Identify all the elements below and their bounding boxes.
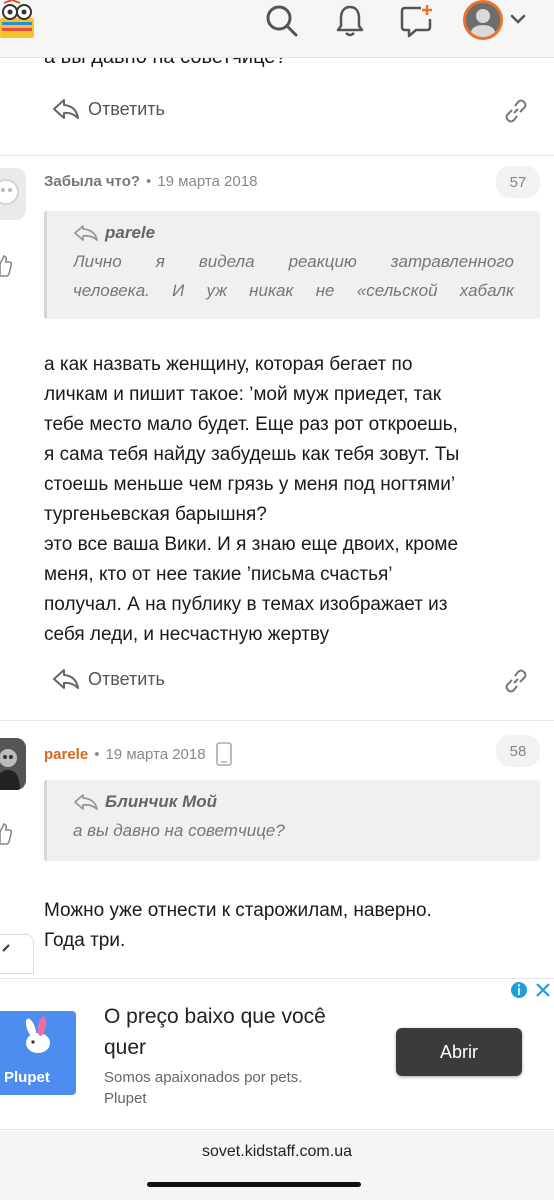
like-icon[interactable] (0, 254, 13, 278)
quote-line: Лично я видела реакцию затравленного (73, 252, 514, 271)
post-line: себя леди, и несчастную жертву (44, 624, 330, 645)
previous-post-text: а вы давно на советчице? (44, 58, 287, 69)
ad-banner[interactable]: Plupet O preço baixo que você quer Somos… (0, 978, 554, 1130)
post-line: тургеньевская барышня? (44, 504, 267, 525)
post-line: стоешь меньше чем грязь у меня под ногтя… (44, 474, 456, 495)
meta-separator: • (94, 745, 100, 763)
quote-text: Лично я видела реакцию затравленного чел… (73, 247, 514, 305)
search-icon[interactable] (264, 3, 300, 39)
post-line: Можно уже отнести к старожилам, наверно. (44, 900, 432, 921)
quote-block: parele Лично я видела реакцию затравленн… (44, 211, 540, 319)
comments-feed: а вы давно на советчице? Ответить Забыла… (0, 58, 554, 978)
scroll-up-tab[interactable] (0, 934, 34, 974)
ad-advertiser: Plupet (104, 1090, 147, 1107)
post-line: это все ваша Вики. И я знаю еще двоих, к… (44, 534, 459, 555)
bell-icon[interactable] (332, 3, 368, 39)
quote-header: parele (73, 223, 514, 243)
quote-line: человека. И уж никак не «сельской хабалк (73, 281, 514, 300)
quote-author: Блинчик Мой (105, 792, 218, 811)
quote-text: а вы давно на советчице? (73, 816, 514, 845)
divider (0, 720, 554, 721)
reply-label: Ответить (88, 98, 165, 119)
reply-button[interactable]: Ответить (52, 98, 165, 120)
ad-brand: Plupet (4, 1069, 50, 1086)
avatar[interactable] (0, 168, 26, 220)
quote-author: parele (105, 223, 156, 242)
ad-close-icon[interactable] (534, 981, 552, 999)
post-actions: Ответить (0, 660, 554, 704)
post-body: Можно уже отнести к старожилам, наверно.… (44, 896, 544, 956)
quote-reply-icon (74, 225, 98, 241)
ad-logo[interactable]: Plupet (0, 1011, 76, 1095)
reply-button[interactable]: Ответить (52, 668, 165, 690)
previous-post-actions: Ответить (0, 90, 554, 134)
home-indicator[interactable] (147, 1182, 361, 1187)
post-meta: parele • 19 марта 2018 (44, 742, 232, 766)
chevron-down-icon[interactable] (509, 10, 527, 33)
post-body: а как назвать женщину, которая бегает по… (44, 350, 544, 650)
post-line: Года три. (44, 930, 126, 951)
divider (0, 155, 554, 156)
post-meta: Забыла что? • 19 марта 2018 (44, 173, 257, 190)
post-line: я сама тебя найду забудешь как тебя зову… (44, 444, 460, 465)
reply-arrow-icon (53, 99, 79, 119)
quote-header: Блинчик Мой (73, 792, 514, 812)
site-logo[interactable] (0, 0, 36, 42)
avatar[interactable] (0, 738, 26, 790)
post-author[interactable]: Забыла что? (44, 173, 140, 190)
post-line: а как назвать женщину, которая бегает по (44, 354, 413, 375)
post-line: получал. А на публику в темах изображает… (44, 594, 448, 615)
ad-controls (510, 981, 552, 999)
chevron-up-icon (2, 944, 10, 952)
post-number-badge[interactable]: 58 (496, 735, 540, 767)
reply-label: Ответить (88, 668, 165, 689)
post-author[interactable]: parele (44, 746, 88, 763)
post-line: меня, кто от нее такие ’письма счастья’ (44, 564, 393, 585)
browser-bottom-bar: sovet.kidstaff.com.ua (0, 1131, 554, 1200)
quote-reply-icon (74, 794, 98, 810)
post-line: тебе место мало будет. Еще раз рот откро… (44, 414, 458, 435)
mobile-phone-icon (215, 742, 232, 766)
site-header (0, 0, 554, 58)
quote-block: Блинчик Мой а вы давно на советчице? (44, 780, 540, 861)
profile-avatar[interactable] (463, 0, 503, 40)
url-text[interactable]: sovet.kidstaff.com.ua (0, 1143, 554, 1161)
ad-subtitle: Somos apaixonados por pets. (104, 1069, 303, 1086)
quote-line: а вы давно на советчице? (73, 821, 285, 840)
ad-title[interactable]: O preço baixo que você quer (104, 1001, 364, 1063)
meta-separator: • (146, 173, 152, 190)
ad-info-icon[interactable] (510, 981, 528, 999)
ad-description: Somos apaixonados por pets. Plupet (104, 1067, 302, 1109)
ad-open-button[interactable]: Abrir (396, 1028, 522, 1076)
post-line: личкам и пишит такое: ’мой муж приедет, … (44, 384, 442, 405)
new-message-icon[interactable] (399, 3, 435, 39)
permalink-icon[interactable] (503, 668, 529, 699)
reply-arrow-icon (53, 669, 79, 689)
post-date: 19 марта 2018 (157, 173, 258, 190)
post-date: 19 марта 2018 (105, 745, 206, 763)
like-icon[interactable] (0, 822, 13, 846)
profile-icon (470, 9, 496, 37)
permalink-icon[interactable] (503, 98, 529, 129)
post-number-badge[interactable]: 57 (496, 166, 540, 198)
